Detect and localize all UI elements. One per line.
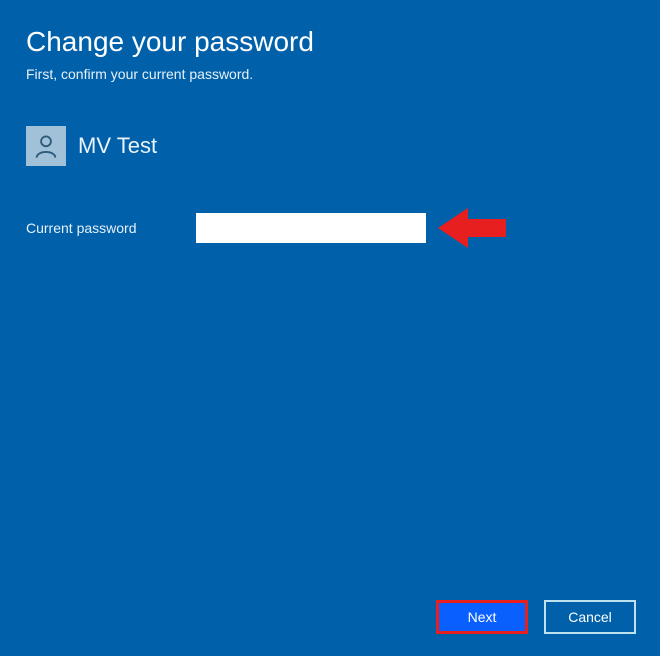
cancel-button[interactable]: Cancel [544,600,636,634]
next-button[interactable]: Next [436,600,528,634]
current-password-row: Current password [26,206,634,250]
arrow-left-icon [438,206,508,250]
page-subtitle: First, confirm your current password. [26,66,634,82]
user-icon [32,132,60,160]
page-title: Change your password [26,26,634,58]
username-label: MV Test [78,133,157,159]
current-password-label: Current password [26,220,196,236]
avatar [26,126,66,166]
current-password-input[interactable] [196,213,426,243]
button-bar: Next Cancel [436,600,636,634]
user-info: MV Test [26,126,634,166]
annotation-arrow [438,206,508,250]
